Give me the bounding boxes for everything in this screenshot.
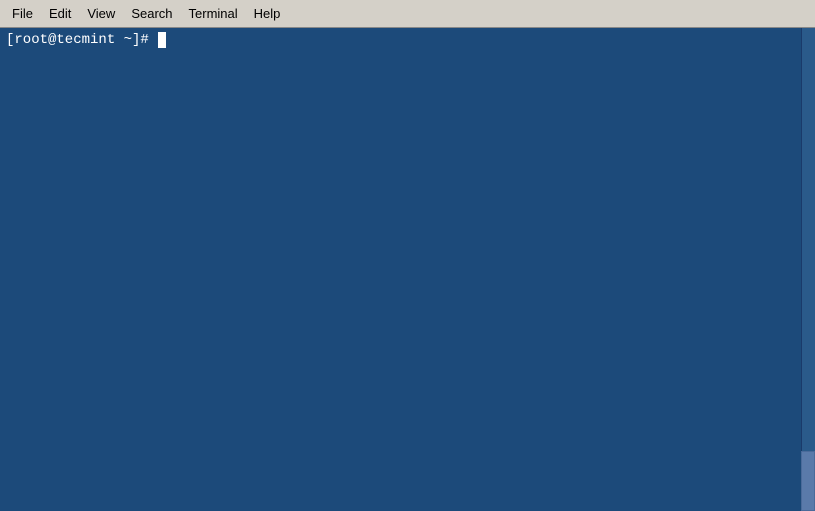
menu-item-view[interactable]: View xyxy=(79,4,123,23)
menu-item-search[interactable]: Search xyxy=(123,4,180,23)
menu-item-edit[interactable]: Edit xyxy=(41,4,79,23)
terminal-prompt-line: [root@tecmint ~]# xyxy=(6,32,809,48)
terminal-cursor xyxy=(158,32,166,48)
scrollbar[interactable] xyxy=(801,28,815,511)
menu-item-terminal[interactable]: Terminal xyxy=(181,4,246,23)
menu-bar: File Edit View Search Terminal Help xyxy=(0,0,815,28)
menu-item-help[interactable]: Help xyxy=(246,4,289,23)
terminal-prompt: [root@tecmint ~]# xyxy=(6,32,157,48)
terminal-area[interactable]: [root@tecmint ~]# xyxy=(0,28,815,511)
menu-item-file[interactable]: File xyxy=(4,4,41,23)
scrollbar-thumb[interactable] xyxy=(801,451,815,511)
